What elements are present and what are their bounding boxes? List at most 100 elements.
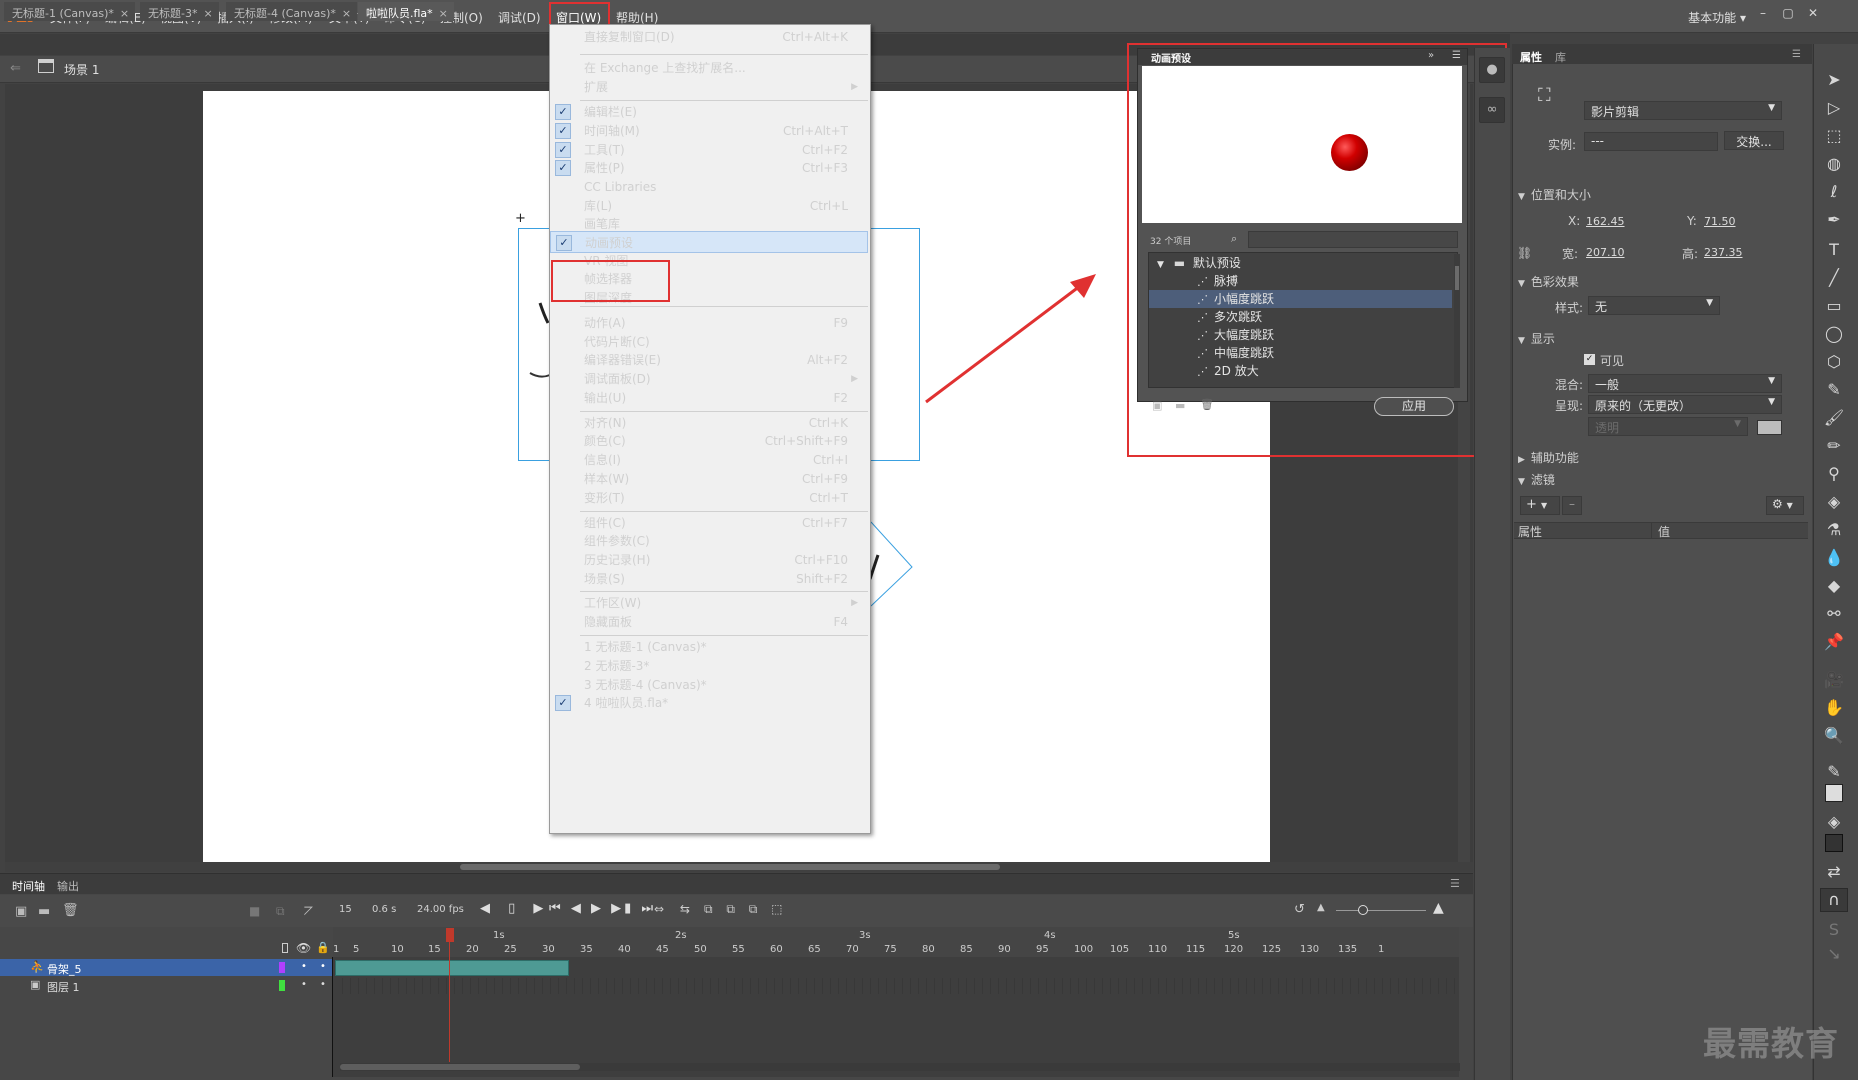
swap-button[interactable]: 交换...: [1724, 131, 1784, 150]
restore-icon[interactable]: ▢: [1777, 4, 1799, 22]
menu-item-recent-doc-4[interactable]: ✓ 4 啦啦队员.fla*: [550, 692, 868, 714]
pencil-tool-icon[interactable]: ✎: [1822, 378, 1846, 402]
scroll-thumb[interactable]: [340, 1064, 580, 1070]
visibility-dot[interactable]: •: [301, 961, 307, 972]
ink-bottle-icon[interactable]: ⚗: [1822, 518, 1846, 542]
fill-color-swatch[interactable]: [1825, 834, 1843, 852]
onion-skin-controls[interactable]: ⧉ ⧉ ⧉ ⬚: [704, 902, 788, 917]
layer-frames[interactable]: [335, 978, 1455, 994]
gear-icon[interactable]: ⚙ ▼: [1766, 496, 1804, 515]
hand-tool-icon[interactable]: ✋: [1822, 696, 1846, 720]
lock-dot[interactable]: •: [320, 961, 326, 972]
tab-library[interactable]: 库: [1555, 49, 1566, 65]
tab-timeline[interactable]: 时间轴: [12, 878, 45, 894]
menu-item-transform[interactable]: 变形(T) Ctrl+T: [550, 487, 868, 509]
layer-depth-icon[interactable]: ⧉: [276, 904, 285, 919]
menu-item-extensions[interactable]: 扩展 ▶: [550, 76, 868, 98]
eye-icon[interactable]: 👁: [296, 941, 311, 955]
selection-tool-icon[interactable]: ➤: [1822, 68, 1846, 92]
y-value[interactable]: 71.50: [1704, 215, 1736, 228]
pin-tool-icon[interactable]: 📌: [1822, 630, 1846, 654]
close-icon[interactable]: ×: [342, 7, 351, 20]
swap-colors-icon[interactable]: ⇄: [1822, 860, 1846, 884]
height-value[interactable]: 237.35: [1704, 246, 1743, 259]
section-color-effect[interactable]: ▼ 色彩效果: [1518, 273, 1579, 290]
oval-tool-icon[interactable]: ◯: [1822, 322, 1846, 346]
instance-behavior-select[interactable]: 影片剪辑 ▼: [1584, 101, 1782, 120]
visible-checkbox[interactable]: ✓: [1584, 354, 1595, 365]
eraser-icon[interactable]: ◆: [1822, 574, 1846, 598]
brush-tool-icon[interactable]: 🖌: [1822, 406, 1846, 430]
transparent-select[interactable]: 透明 ▼: [1588, 417, 1748, 436]
layer-row[interactable]: ▣ 图层 1 • •: [0, 977, 333, 994]
render-select[interactable]: 原来的（无更改） ▼: [1588, 395, 1782, 414]
layer-row[interactable]: ⛹ 骨架_5 • •: [0, 959, 333, 976]
lock-icon[interactable]: 🔒: [316, 941, 330, 954]
minimize-icon[interactable]: –: [1752, 4, 1774, 22]
doc-tab-3[interactable]: 无标题-4 (Canvas)* ×: [226, 2, 358, 21]
zoom-in-icon[interactable]: ▲: [1433, 900, 1444, 916]
width-value[interactable]: 207.10: [1586, 246, 1625, 259]
close-icon[interactable]: ×: [203, 7, 212, 20]
blend-select[interactable]: 一般 ▼: [1588, 374, 1782, 393]
playback-controls[interactable]: ⏮ ◀ ▶ ▶▮ ⏭: [549, 901, 656, 916]
color-style-select[interactable]: 无 ▼: [1588, 296, 1720, 315]
workspace-switcher[interactable]: 基本功能 ▾: [1688, 9, 1746, 26]
polystar-tool-icon[interactable]: ⬡: [1822, 350, 1846, 374]
link-icon[interactable]: ⛓: [1517, 246, 1532, 260]
tab-output[interactable]: 输出: [57, 878, 79, 894]
loop-controls[interactable]: ⇔ ⇆: [654, 902, 696, 916]
doc-tab-2[interactable]: 无标题-3* ×: [140, 2, 219, 21]
menu-item-duplicate-window[interactable]: 直接复制窗口(D) Ctrl+Alt+K: [550, 26, 868, 48]
fill-color-icon[interactable]: ◈: [1822, 810, 1846, 834]
cc-libraries-icon[interactable]: ∞: [1479, 97, 1505, 123]
scroll-thumb[interactable]: [460, 864, 1000, 870]
section-display[interactable]: ▼ 显示: [1518, 330, 1555, 347]
panel-menu-icon[interactable]: ☰: [1450, 877, 1460, 890]
paint-bucket-icon[interactable]: ◈: [1822, 490, 1846, 514]
back-arrow-icon[interactable]: ⇐: [10, 61, 21, 76]
3d-rotation-icon[interactable]: ◍: [1822, 152, 1846, 176]
straighten-icon[interactable]: ↘: [1822, 942, 1846, 966]
new-layer-icon[interactable]: ▣: [15, 904, 27, 919]
x-value[interactable]: 162.45: [1586, 215, 1625, 228]
layer-name[interactable]: 图层 1: [47, 979, 80, 995]
instance-name-input[interactable]: ---: [1584, 132, 1718, 151]
delete-icon[interactable]: 🗑: [62, 903, 79, 918]
section-filters[interactable]: ▼ 滤镜: [1518, 471, 1555, 488]
width-tool-icon[interactable]: ⚯: [1822, 602, 1846, 626]
current-frame[interactable]: 15: [339, 904, 352, 915]
undo-zoom-icon[interactable]: ↺: [1294, 902, 1305, 917]
lasso-icon[interactable]: ℓ: [1822, 180, 1846, 204]
doc-tab-1[interactable]: 无标题-1 (Canvas)* ×: [4, 2, 136, 21]
doc-tab-4[interactable]: 啦啦队员.fla* ×: [358, 2, 454, 21]
close-icon[interactable]: ×: [439, 7, 448, 20]
new-folder-icon[interactable]: ▬: [38, 904, 50, 919]
stroke-color-icon[interactable]: ✎: [1822, 760, 1846, 784]
add-filter-button[interactable]: + ▼: [1520, 496, 1560, 515]
section-position-size[interactable]: ▼ 位置和大小: [1518, 186, 1591, 203]
outline-toggle-icon[interactable]: [282, 943, 288, 953]
menu-item-scenes[interactable]: 场景(S) Shift+F2: [550, 568, 868, 590]
zoom-out-icon[interactable]: ▲: [1317, 902, 1325, 913]
section-accessibility[interactable]: ▶ 辅助功能: [1518, 449, 1579, 466]
menu-item-output[interactable]: 输出(U) F2: [550, 387, 868, 409]
menu-item-hide-panels[interactable]: 隐藏面板 F4: [550, 611, 868, 633]
snap-magnet-icon[interactable]: ∩: [1820, 888, 1848, 912]
camera-icon[interactable]: ■: [249, 904, 260, 918]
rectangle-tool-icon[interactable]: ▭: [1822, 294, 1846, 318]
armature-span[interactable]: [335, 960, 569, 976]
smooth-icon[interactable]: S: [1822, 918, 1846, 942]
visibility-dot[interactable]: •: [301, 979, 307, 990]
close-icon[interactable]: ✕: [1802, 4, 1824, 22]
stroke-color-swatch[interactable]: [1825, 784, 1843, 802]
tab-properties[interactable]: 属性: [1520, 49, 1542, 65]
playhead-controls[interactable]: ◀ ▯ ▶: [480, 901, 550, 916]
zoom-slider-thumb[interactable]: [1358, 905, 1368, 915]
graph-icon[interactable]: ⦢: [304, 904, 313, 919]
close-icon[interactable]: ×: [120, 7, 129, 20]
eyedropper-icon[interactable]: 💧: [1822, 546, 1846, 570]
remove-filter-button[interactable]: –: [1562, 496, 1582, 515]
current-time[interactable]: 0.6 s: [372, 904, 396, 915]
menu-debug[interactable]: 调试(D): [498, 9, 541, 26]
